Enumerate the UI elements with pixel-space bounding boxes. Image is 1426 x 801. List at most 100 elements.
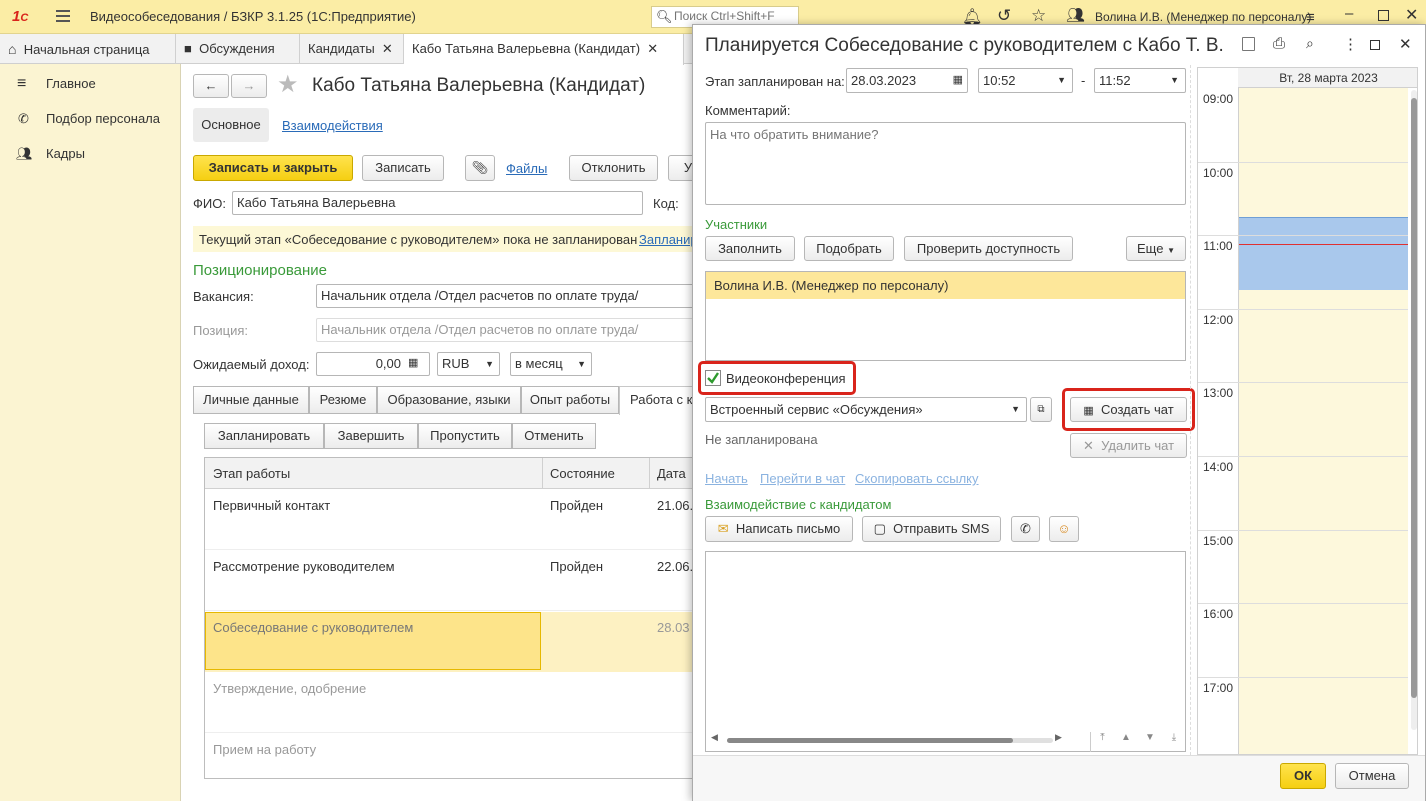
comment-field[interactable] (705, 122, 1186, 205)
table-row-selected[interactable]: Собеседование с руководителем 28.03 (205, 612, 692, 672)
save-button[interactable]: Записать (362, 155, 444, 181)
vacancy-field[interactable]: Начальник отдела /Отдел расчетов по опла… (316, 284, 692, 308)
fill-button[interactable]: Заполнить (705, 236, 795, 261)
start-link[interactable]: Начать (705, 471, 748, 486)
video-checkbox[interactable] (705, 370, 721, 386)
close-tab-icon[interactable]: ✕ (382, 41, 393, 56)
vacancy-label: Вакансия: (193, 289, 254, 304)
print-icon[interactable]: ⎙ (1273, 35, 1285, 52)
files-link[interactable]: Файлы (506, 161, 547, 176)
calendar-icon[interactable]: ▦ (953, 69, 963, 92)
cancel-button[interactable]: Отмена (1335, 763, 1409, 789)
favorite-star-icon[interactable]: ★ (277, 70, 299, 99)
currency-select[interactable]: RUB ▼ (437, 352, 500, 376)
close-icon[interactable]: ✕ (1399, 35, 1412, 53)
user-name[interactable]: Волина И.В. (Менеджер по персоналу) (1095, 10, 1311, 24)
sidebar-item-hr[interactable]: 👥︎ Кадры (0, 136, 181, 171)
cancel-stage-button[interactable]: Отменить (512, 423, 596, 449)
fio-field[interactable]: Кабо Татьяна Валерьевна (232, 191, 643, 215)
table-row[interactable]: Первичный контакт Пройден 21.06. (205, 490, 692, 550)
skip-button[interactable]: Пропустить (418, 423, 512, 449)
col-state[interactable]: Состояние (550, 466, 615, 481)
table-row[interactable]: Прием на работу (205, 734, 692, 778)
tab-candidate-card[interactable]: Кабо Татьяна Валерьевна (Кандидат) ✕ (404, 34, 684, 65)
more-participants-button[interactable]: Еще ▼ (1126, 236, 1186, 261)
participant-row[interactable]: Волина И.В. (Менеджер по персоналу) (706, 272, 1185, 299)
time-to-field[interactable]: 11:52 ▼ (1094, 68, 1186, 93)
col-date[interactable]: Дата (657, 466, 686, 481)
scroll-right-icon[interactable]: ▶ (1055, 732, 1062, 743)
send-sms-button[interactable]: ▢ Отправить SMS (862, 516, 1001, 542)
create-chat-button[interactable]: ▦ Создать чат (1070, 397, 1187, 422)
time-from-field[interactable]: 10:52 ▼ (978, 68, 1073, 93)
hour-label: 15:00 (1202, 533, 1234, 548)
go-to-chat-link[interactable]: Перейти в чат (760, 471, 845, 486)
history-icon[interactable]: ↺ (997, 6, 1011, 26)
table-row[interactable]: Утверждение, одобрение (205, 673, 692, 733)
tab-personal[interactable]: Личные данные (193, 386, 309, 414)
search-input[interactable] (674, 9, 794, 23)
tab-candidates[interactable]: Кандидаты ✕ (300, 34, 404, 64)
check-availability-button[interactable]: Проверить доступность (904, 236, 1073, 261)
period-select[interactable]: в месяц ▼ (510, 352, 592, 376)
maximize-icon[interactable] (1378, 10, 1389, 21)
tab-home[interactable]: ⌂ Начальная страница (0, 34, 176, 64)
more-button[interactable]: У (668, 155, 692, 181)
h-scrollbar[interactable] (727, 738, 1053, 743)
move-bottom-icon[interactable]: ⤓ (1162, 732, 1186, 752)
user-icon[interactable]: 👥︎ (1066, 6, 1085, 24)
close-tab-icon[interactable]: ✕ (647, 41, 658, 56)
tab-discussions[interactable]: ■ Обсуждения (176, 34, 300, 64)
service-select[interactable]: Встроенный сервис «Обсуждения» ▼ (705, 397, 1027, 422)
reject-button[interactable]: Отклонить (569, 155, 658, 181)
open-service-button[interactable]: ⧉ (1030, 397, 1052, 422)
page-title: Кабо Татьяна Валерьевна (Кандидат) (312, 75, 646, 96)
video-label[interactable]: Видеоконференция (726, 371, 846, 386)
move-down-icon[interactable]: ▼ (1138, 732, 1162, 752)
hour-gridline (1198, 529, 1408, 531)
tab-experience[interactable]: Опыт работы (521, 386, 619, 414)
contact-button[interactable]: ☺ (1049, 516, 1079, 542)
menu-icon[interactable] (56, 10, 70, 22)
star-icon[interactable]: ☆ (1031, 6, 1046, 26)
maximize-icon[interactable] (1370, 40, 1380, 50)
tab-education[interactable]: Образование, языки (377, 386, 521, 414)
subtab-interactions[interactable]: Взаимодействия (282, 118, 383, 133)
close-icon[interactable]: ✕ (1405, 5, 1418, 25)
pick-button[interactable]: Подобрать (804, 236, 894, 261)
date-field[interactable]: 28.03.2023 ▦ (846, 68, 968, 93)
comment-label: Комментарий: (705, 103, 791, 118)
table-row[interactable]: Рассмотрение руководителем Пройден 22.06… (205, 551, 692, 611)
save-close-button[interactable]: Записать и закрыть (193, 155, 353, 181)
call-button[interactable]: ✆ (1011, 516, 1040, 542)
calendar-event[interactable] (1239, 216, 1408, 291)
notice-schedule-link[interactable]: Запланир (639, 232, 692, 247)
preview-icon[interactable]: ⌕ (1306, 35, 1314, 52)
write-letter-button[interactable]: ✉ Написать письмо (705, 516, 853, 542)
forward-button[interactable]: → (231, 74, 267, 98)
ok-button[interactable]: ОК (1280, 763, 1326, 789)
calendar-grid[interactable] (1238, 88, 1408, 754)
v-scrollbar[interactable] (1411, 90, 1417, 730)
move-top-icon[interactable]: ⤒ (1090, 732, 1114, 752)
logo-1c[interactable]: 1С (12, 8, 28, 25)
save-icon[interactable] (1242, 37, 1255, 51)
subtab-main[interactable]: Основное (193, 108, 269, 142)
tab-work[interactable]: Работа с к (619, 386, 692, 415)
sidebar-item-recruiting[interactable]: ✆ Подбор персонала (0, 101, 181, 136)
col-stage[interactable]: Этап работы (213, 466, 290, 481)
scroll-left-icon[interactable]: ◀ (711, 732, 718, 743)
back-button[interactable]: ← (193, 74, 229, 98)
copy-link[interactable]: Скопировать ссылку (855, 471, 979, 486)
move-up-icon[interactable]: ▲ (1114, 732, 1138, 752)
minimize-icon[interactable]: – (1345, 5, 1353, 22)
schedule-dialog: Планируется Собеседование с руководителе… (692, 24, 1426, 801)
sidebar-item-main[interactable]: ≡ Главное (0, 66, 181, 101)
more-menu-icon[interactable]: ⋮ (1343, 35, 1358, 53)
plan-button[interactable]: Запланировать (204, 423, 324, 449)
attach-button[interactable]: 📎︎ (465, 155, 495, 181)
calculator-icon[interactable]: ▦ (408, 356, 418, 369)
finish-button[interactable]: Завершить (324, 423, 418, 449)
delete-chat-button[interactable]: ✕ Удалить чат (1070, 433, 1187, 458)
tab-resume[interactable]: Резюме (309, 386, 377, 414)
